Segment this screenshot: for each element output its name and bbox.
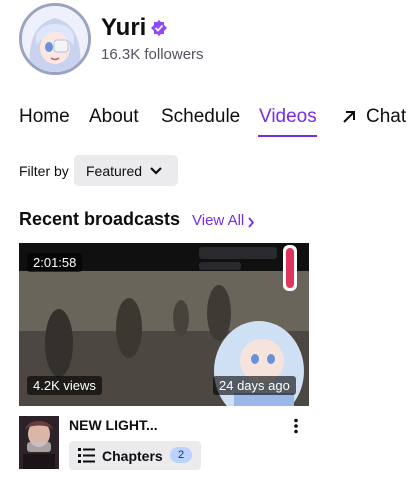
chevron-down-icon xyxy=(149,164,163,178)
verified-icon xyxy=(151,20,167,36)
view-all-link[interactable]: View All xyxy=(192,212,244,229)
section-title: Recent broadcasts xyxy=(19,209,181,229)
active-tab-indicator xyxy=(258,135,317,137)
arrow-up-right-icon xyxy=(342,110,356,124)
follower-count: 16.3K followers xyxy=(101,46,204,63)
chapters-label: Chapters xyxy=(102,448,163,464)
chapters-count-badge: 2 xyxy=(170,447,192,463)
video-thumbnail[interactable]: 2:01:58 4.2K views 24 days ago xyxy=(19,243,309,406)
chevron-right-icon xyxy=(247,215,255,228)
tab-home[interactable]: Home xyxy=(19,106,70,128)
chapters-button[interactable]: Chapters 2 xyxy=(69,441,201,470)
video-title[interactable]: NEW LIGHT... xyxy=(69,417,158,433)
duration-badge: 2:01:58 xyxy=(27,253,83,272)
filter-selected: Featured xyxy=(86,163,143,179)
filter-dropdown[interactable]: Featured xyxy=(74,155,178,186)
filter-label: Filter by xyxy=(19,163,69,179)
tab-schedule[interactable]: Schedule xyxy=(161,106,240,128)
channel-name[interactable]: Yuri xyxy=(101,14,146,42)
more-options-icon[interactable] xyxy=(293,418,299,434)
tab-chat[interactable]: Chat xyxy=(366,106,406,128)
channel-avatar[interactable] xyxy=(19,3,91,75)
tab-about[interactable]: About xyxy=(89,106,139,128)
game-box-art[interactable] xyxy=(19,416,59,469)
age-badge: 24 days ago xyxy=(213,376,296,395)
list-icon xyxy=(78,448,95,463)
tab-videos[interactable]: Videos xyxy=(259,106,317,128)
views-badge: 4.2K views xyxy=(27,376,102,395)
